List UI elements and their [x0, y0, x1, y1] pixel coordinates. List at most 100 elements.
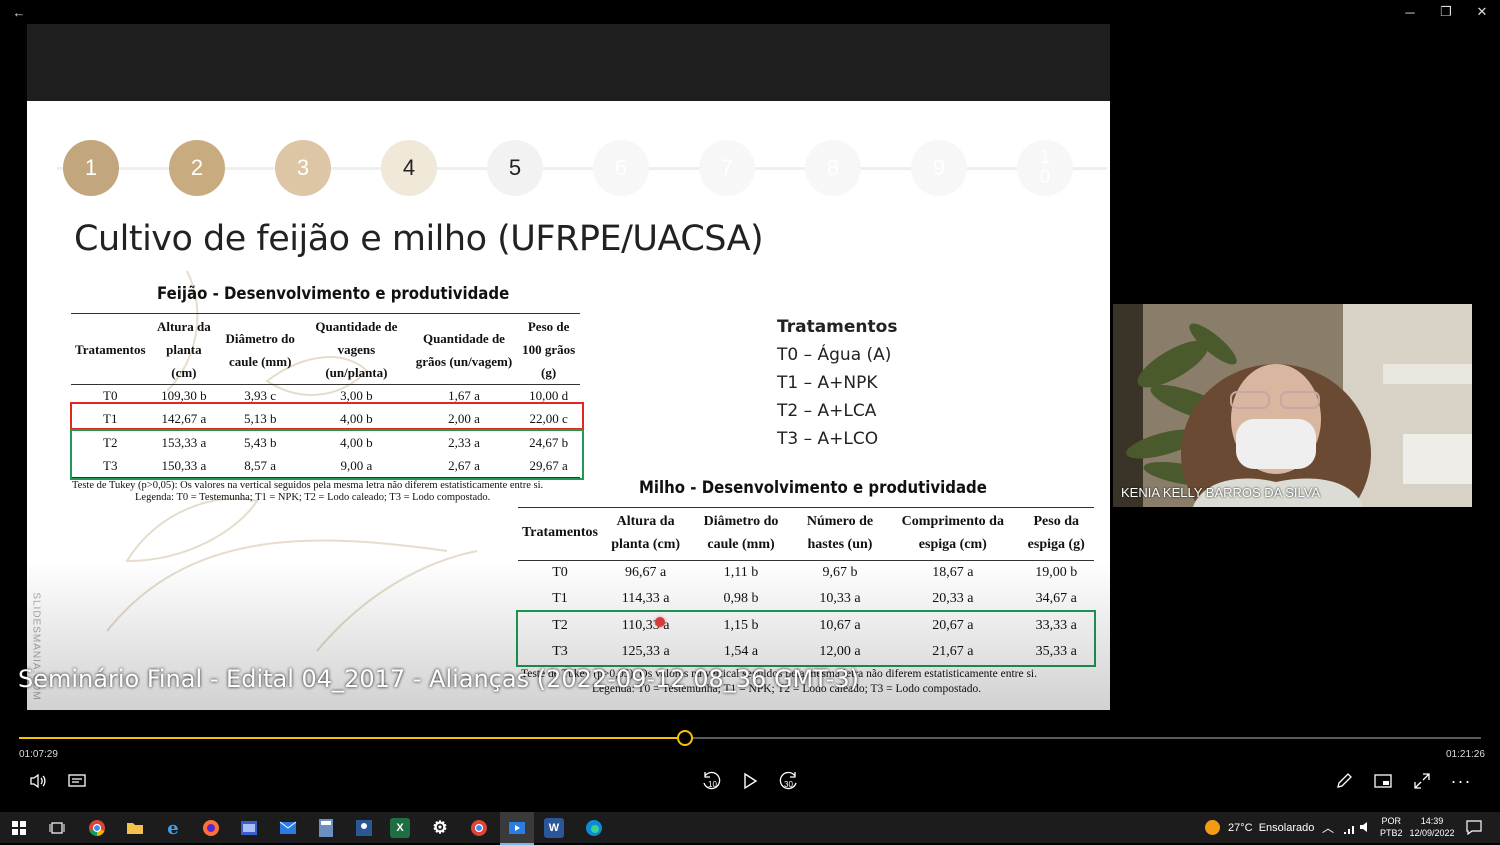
- treatments-title: Tratamentos: [777, 317, 898, 337]
- firefox-icon: [203, 820, 219, 836]
- feijao-header: Quantidade de vagens (un/planta): [302, 315, 411, 385]
- step-9: 9: [911, 140, 967, 196]
- more-icon: ···: [1450, 770, 1472, 791]
- step-5: 5: [487, 140, 543, 196]
- weather-icon[interactable]: [1205, 820, 1220, 835]
- step-1: 1: [63, 140, 119, 196]
- close-button[interactable]: ✕: [1463, 0, 1500, 24]
- taskbar-excel[interactable]: X: [390, 818, 410, 838]
- participant-image: [1113, 304, 1472, 507]
- feijao-header: Diâmetro do caule (mm): [218, 315, 303, 385]
- edit-button[interactable]: [1329, 766, 1359, 796]
- task-view-button[interactable]: [45, 817, 69, 839]
- keyboard-layout: PTB2: [1380, 828, 1403, 838]
- rewind-10-icon: 10: [703, 771, 721, 790]
- step-2: 2: [169, 140, 225, 196]
- milho-row: T1 114,33 a 0,98 b 10,33 a 20,33 a 34,67 a: [518, 586, 1094, 612]
- step-4: 4: [381, 140, 437, 196]
- milho-cell: 96,67 a: [625, 565, 667, 581]
- milho-cell: 18,67 a: [932, 565, 974, 581]
- feijao-legend: Legenda: T0 = Testemunha; T1 = NPK; T2 =…: [135, 492, 491, 503]
- close-icon: ✕: [1476, 4, 1488, 19]
- excel-icon: X: [396, 822, 404, 834]
- miniplayer-button[interactable]: [1368, 766, 1398, 796]
- minimize-button[interactable]: ─: [1391, 0, 1429, 24]
- calculator-icon: [319, 819, 333, 837]
- more-options-button[interactable]: ···: [1446, 766, 1476, 796]
- video-top-area: [27, 24, 1110, 101]
- milho-table-title: Milho - Desenvolvimento e produtividade: [639, 478, 987, 498]
- taskbar-app-blue[interactable]: [237, 817, 261, 839]
- seek-bar[interactable]: [19, 730, 1481, 746]
- treatment-item: T3 – A+LCO: [777, 429, 879, 449]
- participant-name: KENIA KELLY BARROS DA SILVA: [1121, 485, 1321, 500]
- feijao-header: Altura da planta (cm): [149, 315, 219, 385]
- taskbar-video-player[interactable]: [500, 812, 534, 845]
- treatment-item: T1 – A+NPK: [777, 373, 878, 393]
- clock[interactable]: 14:39 12/09/2022: [1409, 815, 1455, 839]
- network-icon[interactable]: [1343, 820, 1357, 839]
- taskbar-chrome-2[interactable]: [467, 817, 491, 839]
- milho-header: Diâmetro do caule (mm): [689, 506, 793, 561]
- folder-icon: [127, 823, 143, 834]
- taskbar-file-explorer[interactable]: [123, 817, 147, 839]
- mail-icon: [279, 821, 297, 834]
- restore-button[interactable]: ❐: [1427, 0, 1465, 24]
- milho-cell: 9,67 b: [822, 565, 858, 581]
- back-button[interactable]: ←: [0, 0, 38, 24]
- milho-header: Comprimento da espiga (cm): [887, 506, 1019, 561]
- video-player-icon: [509, 821, 525, 834]
- taskbar-firefox[interactable]: [199, 817, 223, 839]
- t1-highlight-box: [70, 402, 584, 430]
- weather-text[interactable]: 27°C Ensolarado: [1228, 822, 1314, 834]
- step-3: 3: [275, 140, 331, 196]
- fullscreen-button[interactable]: [1407, 766, 1437, 796]
- milho-cell: 1,11 b: [723, 565, 759, 581]
- captions-button[interactable]: [62, 766, 92, 796]
- rewind-10-button[interactable]: 10: [696, 766, 726, 796]
- milho-cell: T0: [552, 565, 568, 581]
- captions-icon: [68, 774, 86, 787]
- taskbar-internet-explorer[interactable]: e: [161, 817, 185, 839]
- language-code: POR: [1381, 816, 1402, 826]
- pointer-dot-icon: [655, 617, 665, 627]
- input-language[interactable]: POR PTB2: [1380, 815, 1403, 839]
- taskbar-word[interactable]: W: [544, 818, 564, 838]
- forward-30-button[interactable]: 30: [774, 766, 804, 796]
- notifications-icon[interactable]: [1466, 820, 1482, 840]
- taskbar-calculator[interactable]: [314, 817, 338, 839]
- feijao-top-rule: [71, 313, 580, 314]
- feijao-header: Peso de 100 grãos (g): [517, 315, 580, 385]
- step-10: 1 0: [1017, 140, 1073, 196]
- word-icon: W: [548, 822, 560, 834]
- tray-chevron-icon[interactable]: ︿: [1322, 819, 1334, 836]
- chrome-icon: [471, 820, 487, 836]
- volume-icon: [30, 773, 46, 789]
- forward-30-icon: 30: [779, 771, 797, 790]
- seek-thumb[interactable]: [677, 730, 694, 746]
- forward-label: 30: [784, 780, 793, 789]
- milho-row: T0 96,67 a 1,11 b 9,67 b 18,67 a 19,00 b: [518, 560, 1094, 586]
- taskbar-edge[interactable]: [582, 817, 606, 839]
- play-icon: [744, 772, 758, 790]
- app-window-icon: [241, 821, 257, 835]
- treatments-list: Tratamentos T0 – Água (A) T1 – A+NPK T2 …: [777, 313, 897, 453]
- treatment-item: T2 – A+LCA: [777, 401, 877, 421]
- start-button[interactable]: [7, 817, 31, 839]
- volume-button[interactable]: [23, 766, 53, 796]
- taskbar-settings[interactable]: ⚙: [428, 817, 452, 839]
- milho-header: Tratamentos: [518, 506, 602, 561]
- windows-icon: [12, 821, 26, 835]
- taskbar-mail[interactable]: [276, 817, 300, 839]
- speaker-icon[interactable]: [1359, 820, 1373, 839]
- feijao-header: Tratamentos: [71, 315, 150, 385]
- taskbar-chrome[interactable]: [85, 817, 109, 839]
- milho-highlight-box: [516, 610, 1096, 667]
- step-6: 6: [593, 140, 649, 196]
- taskbar-user-app[interactable]: [352, 817, 376, 839]
- treatment-item: T0 – Água (A): [777, 345, 892, 365]
- milho-cell: 19,00 b: [1035, 565, 1078, 581]
- feijao-note: Teste de Tukey (p>0,05): Os valores na v…: [72, 480, 544, 491]
- seek-bar-fill: [19, 737, 685, 739]
- play-button[interactable]: [735, 766, 765, 796]
